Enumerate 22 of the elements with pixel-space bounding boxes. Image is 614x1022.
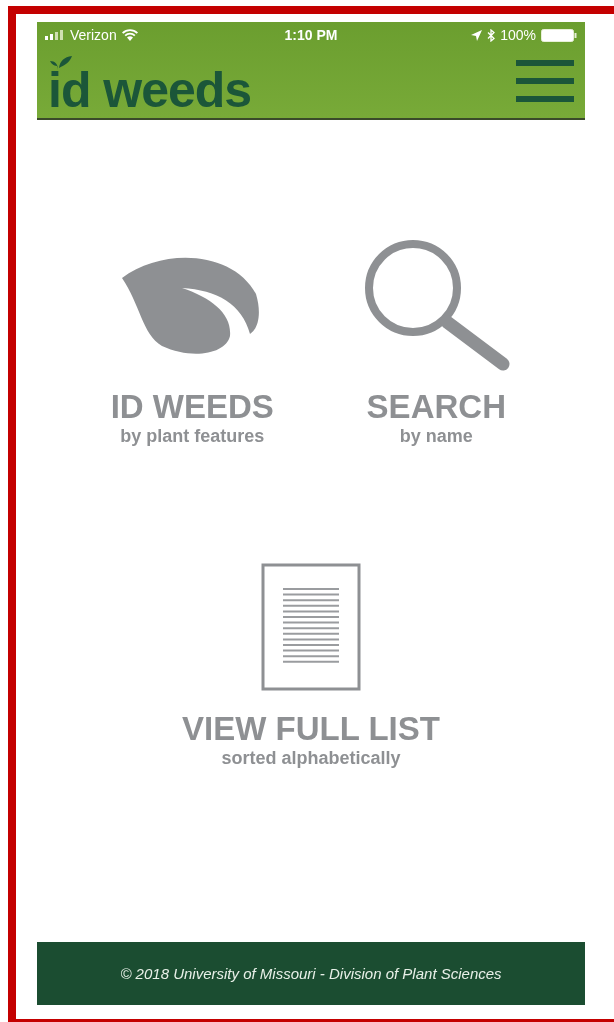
bluetooth-icon (487, 28, 496, 42)
battery-percent: 100% (500, 27, 536, 43)
location-arrow-icon (471, 29, 483, 41)
copyright-text: © 2018 University of Missouri - Division of Plant Sciences (120, 965, 502, 982)
tile-title: VIEW FULL LIST (182, 710, 440, 748)
menu-tile[interactable]: SEARCH by name (361, 230, 512, 447)
menu-icon[interactable] (516, 60, 574, 102)
sprout-icon (50, 56, 72, 70)
tile-title: SEARCH (366, 388, 506, 426)
signal-icon (45, 30, 65, 40)
tile-subtitle: sorted alphabetically (221, 748, 401, 769)
menu-tile[interactable]: ID WEEDS by plant features (110, 230, 274, 447)
wifi-icon (121, 29, 138, 41)
document-icon (261, 563, 361, 691)
carrier-name: Verizon (70, 27, 117, 43)
tile-title: ID WEEDS (110, 388, 274, 426)
tile-subtitle: by name (399, 426, 473, 447)
menu-tile[interactable]: VIEW FULL LIST sorted alphabetically (182, 552, 440, 769)
tile-subtitle: by plant features (120, 426, 265, 447)
app-logo: id weeds (48, 70, 252, 110)
status-time: 1:10 PM (284, 27, 338, 43)
battery-icon (541, 28, 577, 42)
